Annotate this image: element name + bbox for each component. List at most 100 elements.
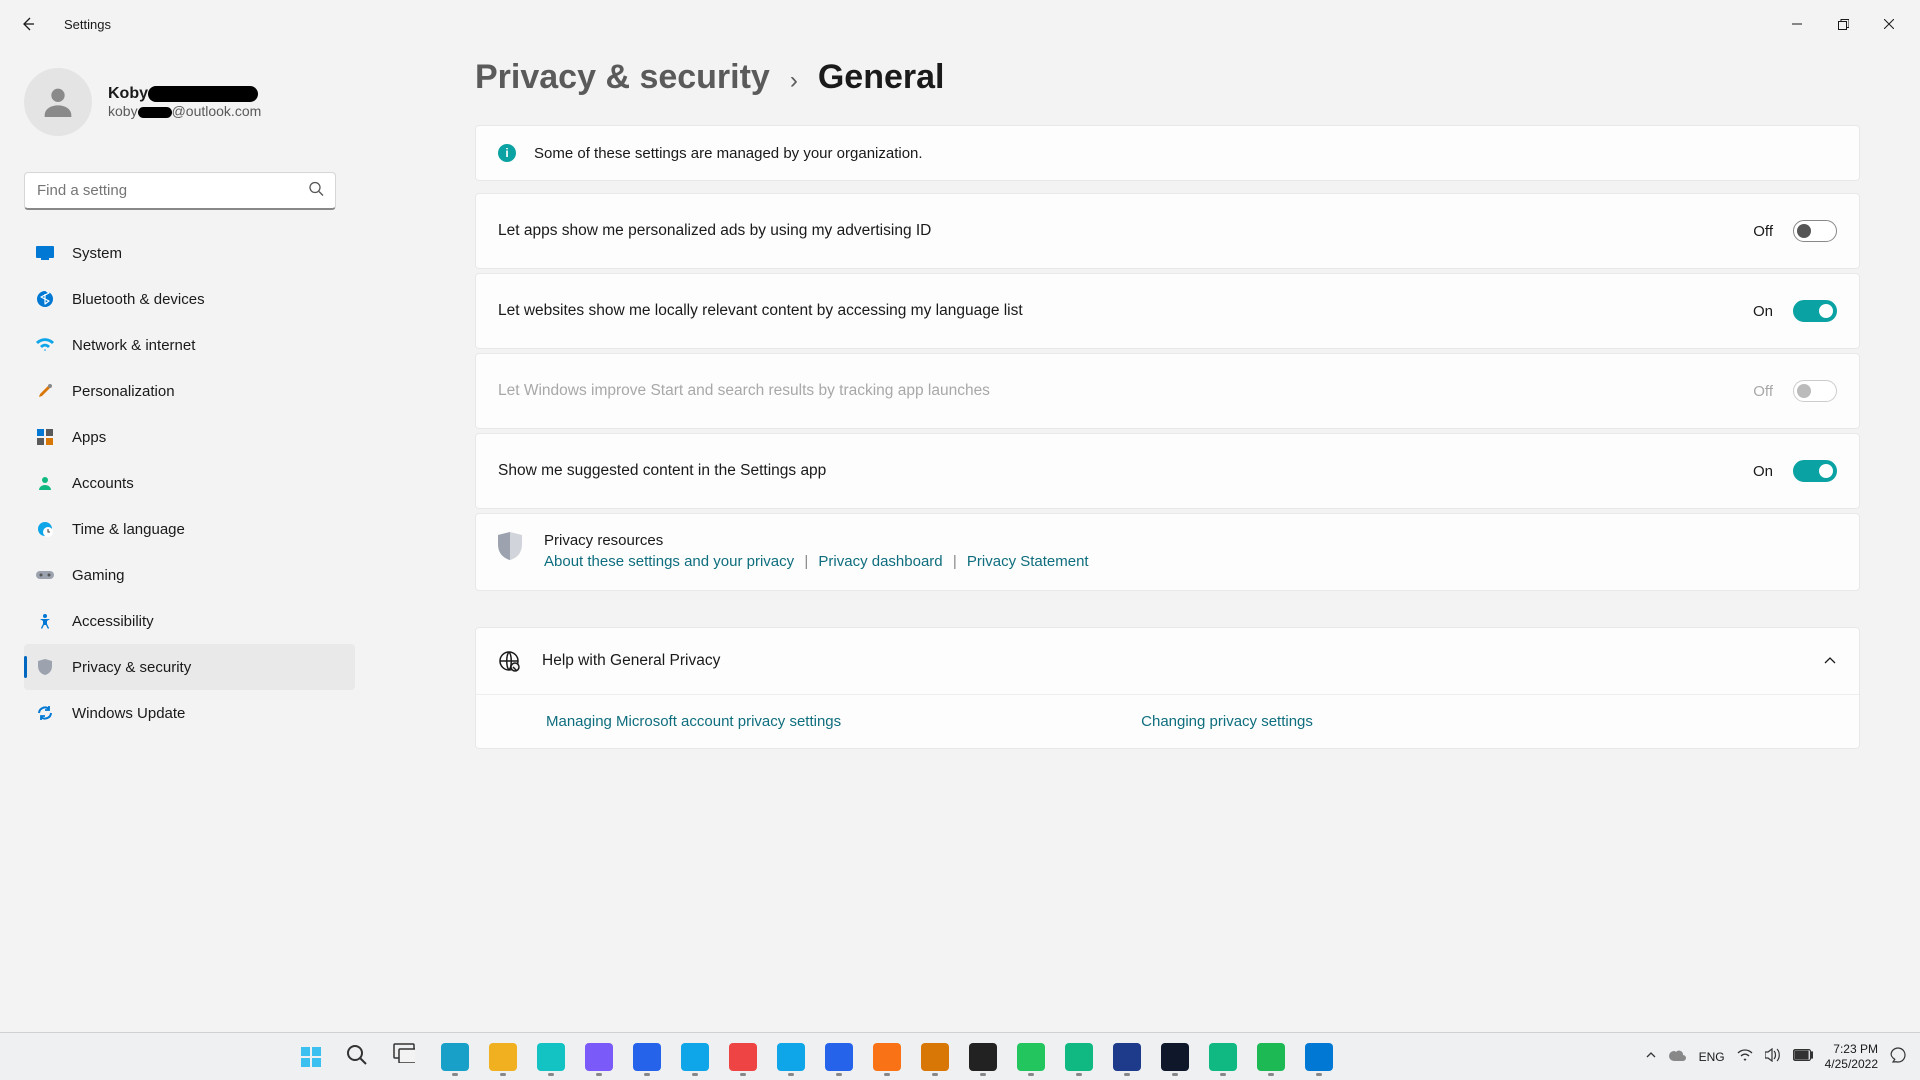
taskbar-app8[interactable] (818, 1036, 860, 1078)
sidebar-item-accounts[interactable]: Accounts (24, 460, 355, 506)
info-icon: i (498, 144, 516, 162)
taskbar-blender[interactable] (866, 1036, 908, 1078)
toggle-switch[interactable] (1793, 300, 1837, 322)
toggle-switch[interactable] (1793, 220, 1837, 242)
resources-links: About these settings and your privacy | … (544, 553, 1089, 570)
taskbar-app5[interactable] (674, 1036, 716, 1078)
help-section: Help with General Privacy Managing Micro… (475, 627, 1860, 749)
account-name: Koby (108, 85, 261, 103)
help-globe-icon (498, 650, 520, 672)
link-about-privacy[interactable]: About these settings and your privacy (544, 553, 794, 570)
help-link-change-settings[interactable]: Changing privacy settings (1141, 713, 1313, 730)
link-privacy-dashboard[interactable]: Privacy dashboard (818, 553, 942, 570)
battery-icon[interactable] (1793, 1049, 1813, 1064)
titlebar: Settings (0, 0, 1920, 48)
sidebar-item-label: Privacy & security (72, 659, 191, 676)
minimize-icon (1792, 19, 1802, 29)
wifi-icon (36, 336, 54, 354)
taskbar-snipping-tool[interactable] (1298, 1036, 1340, 1078)
maximize-icon (1838, 19, 1849, 30)
help-expand-button[interactable]: Help with General Privacy (476, 628, 1859, 694)
back-icon (20, 16, 36, 32)
sidebar-item-gaming[interactable]: Gaming (24, 552, 355, 598)
sidebar-item-label: Accounts (72, 475, 134, 492)
volume-icon[interactable] (1765, 1048, 1781, 1065)
taskbar-ms-store[interactable] (1106, 1036, 1148, 1078)
onedrive-icon[interactable] (1669, 1049, 1687, 1064)
org-managed-banner: i Some of these settings are managed by … (475, 125, 1860, 181)
taskbar-kinemaster[interactable] (722, 1036, 764, 1078)
brush-icon (36, 382, 54, 400)
notifications-icon[interactable] (1890, 1047, 1906, 1066)
sidebar-item-label: Time & language (72, 521, 185, 538)
search-box (24, 172, 336, 210)
taskbar-clipchamp[interactable] (578, 1036, 620, 1078)
wifi-icon[interactable] (1737, 1049, 1753, 1064)
tray-clock[interactable]: 7:23 PM 4/25/2022 (1825, 1042, 1878, 1071)
bluetooth-icon (36, 290, 54, 308)
toggle-switch (1793, 380, 1837, 402)
breadcrumb-parent[interactable]: Privacy & security (475, 58, 770, 97)
help-link-manage-account[interactable]: Managing Microsoft account privacy setti… (546, 713, 841, 730)
toggle-switch[interactable] (1793, 460, 1837, 482)
taskbar-obs[interactable] (962, 1036, 1004, 1078)
gamepad-icon (36, 566, 54, 584)
taskbar-app4[interactable] (626, 1036, 668, 1078)
taskbar-explorer[interactable] (482, 1036, 524, 1078)
person-icon (38, 82, 78, 122)
help-links: Managing Microsoft account privacy setti… (476, 694, 1859, 748)
sidebar-item-accessibility[interactable]: Accessibility (24, 598, 355, 644)
taskbar-search[interactable] (338, 1036, 380, 1078)
account-email: koby@outlook.com (108, 103, 261, 119)
shield-icon (36, 658, 54, 676)
globe-clock-icon (36, 520, 54, 538)
tray-chevron-icon[interactable] (1645, 1049, 1657, 1064)
taskbar-play-store[interactable] (1058, 1036, 1100, 1078)
close-button[interactable] (1866, 8, 1912, 40)
privacy-resources-card: Privacy resources About these settings a… (475, 513, 1860, 591)
sidebar: Koby koby@outlook.com System Bluetooth &… (0, 48, 355, 1032)
setting-label: Let apps show me personalized ads by usi… (498, 222, 1737, 240)
sidebar-item-personalization[interactable]: Personalization (24, 368, 355, 414)
taskbar-app15[interactable] (1202, 1036, 1244, 1078)
account-block[interactable]: Koby koby@outlook.com (24, 60, 355, 156)
help-title: Help with General Privacy (542, 652, 1801, 670)
setting-row: Let websites show me locally relevant co… (476, 274, 1859, 348)
maximize-button[interactable] (1820, 8, 1866, 40)
sidebar-item-label: Windows Update (72, 705, 185, 722)
setting-row: Let apps show me personalized ads by usi… (476, 194, 1859, 268)
chevron-up-icon (1823, 654, 1837, 668)
taskbar-task-view[interactable] (386, 1036, 428, 1078)
taskbar-edge[interactable] (434, 1036, 476, 1078)
sidebar-item-system[interactable]: System (24, 230, 355, 276)
sidebar-item-bluetooth[interactable]: Bluetooth & devices (24, 276, 355, 322)
taskbar-canva[interactable] (530, 1036, 572, 1078)
nav-list: System Bluetooth & devices Network & int… (24, 230, 355, 736)
link-privacy-statement[interactable]: Privacy Statement (967, 553, 1089, 570)
search-input[interactable] (24, 172, 336, 210)
taskbar-spotify[interactable] (1250, 1036, 1292, 1078)
sidebar-item-privacy[interactable]: Privacy & security (24, 644, 355, 690)
system-tray: ENG 7:23 PM 4/25/2022 (1631, 1042, 1920, 1071)
breadcrumb: Privacy & security › General (475, 58, 1860, 97)
breadcrumb-current: General (818, 58, 945, 97)
sidebar-item-apps[interactable]: Apps (24, 414, 355, 460)
resources-title: Privacy resources (544, 532, 1089, 549)
sidebar-item-network[interactable]: Network & internet (24, 322, 355, 368)
accounts-icon (36, 474, 54, 492)
sidebar-item-time[interactable]: Time & language (24, 506, 355, 552)
setting-row: Show me suggested content in the Setting… (476, 434, 1859, 508)
back-button[interactable] (8, 4, 48, 44)
tray-lang[interactable]: ENG (1699, 1050, 1725, 1064)
taskbar-amazon[interactable] (1154, 1036, 1196, 1078)
window-title: Settings (64, 17, 111, 32)
main-content: Privacy & security › General i Some of t… (355, 48, 1920, 1032)
taskbar-app7[interactable] (770, 1036, 812, 1078)
chevron-right-icon: › (790, 67, 798, 95)
sidebar-item-update[interactable]: Windows Update (24, 690, 355, 736)
minimize-button[interactable] (1774, 8, 1820, 40)
sidebar-item-label: Accessibility (72, 613, 154, 630)
taskbar-start[interactable] (290, 1036, 332, 1078)
taskbar-app10[interactable] (914, 1036, 956, 1078)
taskbar-meet[interactable] (1010, 1036, 1052, 1078)
